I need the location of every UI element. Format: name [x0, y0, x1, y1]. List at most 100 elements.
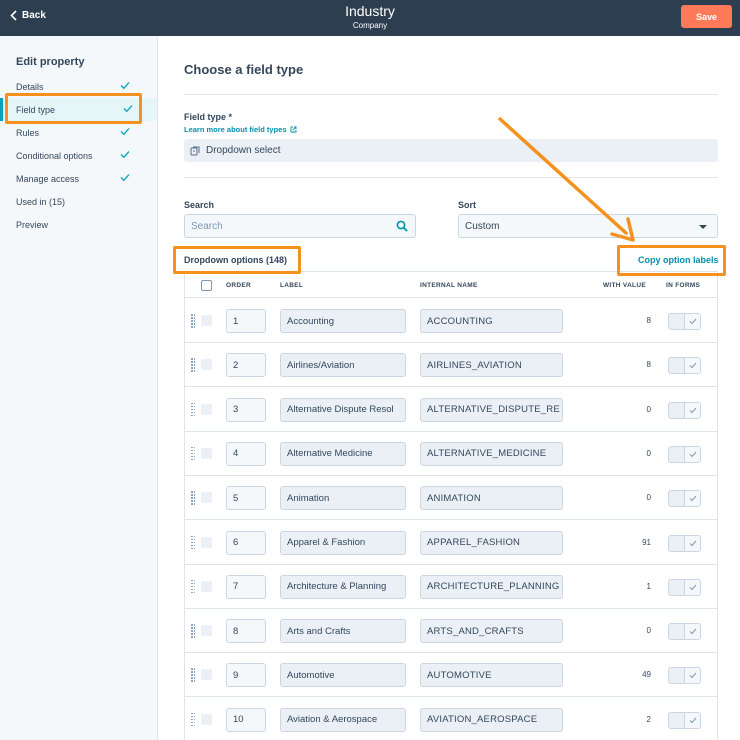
table-row: 6 Apparel & Fashion APPAREL_FASHION 91	[185, 520, 717, 565]
in-forms-toggle[interactable]	[668, 623, 701, 641]
search-field	[184, 214, 416, 238]
in-forms-toggle[interactable]	[668, 578, 701, 596]
column-header-in-forms[interactable]: IN FORMS	[666, 282, 700, 289]
row-checkbox[interactable]	[201, 315, 212, 326]
order-input[interactable]: 2	[226, 353, 266, 378]
sidebar-item[interactable]: Details	[0, 75, 157, 98]
table-row: 8 Arts and Crafts ARTS_AND_CRAFTS 0	[185, 609, 717, 654]
check-icon	[689, 407, 697, 413]
learn-more-link[interactable]: Learn more about field types	[184, 125, 297, 134]
row-checkbox[interactable]	[201, 536, 212, 548]
internal-name-input[interactable]: AVIATION_AEROSPACE	[420, 707, 563, 732]
label-input[interactable]: Alternative Medicine	[280, 441, 406, 466]
sidebar-item[interactable]: Manage access	[0, 167, 157, 190]
in-forms-toggle[interactable]	[668, 490, 701, 508]
order-input[interactable]: 5	[226, 486, 266, 511]
drag-handle-icon[interactable]	[191, 579, 195, 594]
in-forms-toggle[interactable]	[668, 445, 701, 463]
check-icon	[689, 628, 697, 635]
internal-name-input[interactable]: AUTOMOTIVE	[420, 663, 563, 688]
field-type-select[interactable]: Dropdown select	[184, 139, 718, 162]
save-button[interactable]: Save	[681, 5, 732, 28]
row-checkbox[interactable]	[201, 625, 212, 637]
row-checkbox[interactable]	[201, 492, 212, 504]
internal-name-input[interactable]: ALTERNATIVE_DISPUTE_RE	[420, 397, 563, 422]
order-input[interactable]: 8	[226, 619, 266, 644]
label-input[interactable]: Automotive	[280, 663, 406, 688]
search-icon[interactable]	[396, 220, 408, 232]
in-forms-toggle[interactable]	[668, 534, 701, 552]
in-forms-toggle[interactable]	[668, 357, 701, 375]
drag-handle-icon[interactable]	[191, 535, 195, 550]
table-row: 9 Automotive AUTOMOTIVE 49	[185, 653, 717, 698]
sort-select[interactable]: Custom	[458, 214, 718, 238]
label-input[interactable]: Animation	[280, 486, 406, 511]
label-input[interactable]: Aviation & Aerospace	[280, 707, 406, 732]
label-input[interactable]: Arts and Crafts	[280, 619, 406, 644]
row-checkbox[interactable]	[201, 669, 212, 681]
row-checkbox[interactable]	[201, 447, 212, 459]
column-header-with-value[interactable]: WITH VALUE	[603, 282, 646, 289]
order-input[interactable]: 10	[226, 707, 266, 732]
drag-handle-icon[interactable]	[191, 358, 195, 372]
dropdown-options-count: Dropdown options (148)	[184, 255, 287, 265]
internal-name-input[interactable]: ARTS_AND_CRAFTS	[420, 619, 563, 644]
row-checkbox[interactable]	[201, 359, 212, 371]
label-input[interactable]: Alternative Dispute Resol	[280, 397, 406, 422]
internal-name-input[interactable]: ALTERNATIVE_MEDICINE	[420, 441, 563, 466]
drag-handle-icon[interactable]	[191, 491, 195, 505]
internal-name-input[interactable]: AIRLINES_AVIATION	[420, 353, 563, 378]
order-input[interactable]: 3	[226, 397, 266, 422]
order-input[interactable]: 9	[226, 663, 266, 688]
internal-name-input-value: ALTERNATIVE_MEDICINE	[427, 448, 547, 460]
column-header-internal-name[interactable]: INTERNAL NAME	[420, 282, 478, 289]
internal-name-input[interactable]: ARCHITECTURE_PLANNING	[420, 574, 563, 599]
drag-handle-icon[interactable]	[191, 446, 195, 461]
order-input-value: 5	[233, 492, 239, 504]
column-header-order[interactable]: ORDER	[226, 282, 251, 289]
label-input[interactable]: Airlines/Aviation	[280, 353, 406, 378]
drag-handle-icon[interactable]	[191, 668, 195, 682]
label-input-value: Apparel & Fashion	[287, 537, 366, 548]
row-checkbox[interactable]	[201, 713, 212, 725]
label-input[interactable]: Apparel & Fashion	[280, 530, 406, 555]
with-value-count: 8	[646, 316, 651, 325]
internal-name-input[interactable]: APPAREL_FASHION	[420, 530, 563, 555]
sidebar-item[interactable]: Conditional options	[0, 144, 157, 167]
with-value-count: 91	[642, 537, 651, 547]
order-input[interactable]: 1	[226, 309, 266, 333]
label-input-value: Aviation & Aerospace	[287, 714, 378, 726]
sidebar-item[interactable]: Used in (15)	[0, 190, 157, 213]
in-forms-toggle[interactable]	[668, 313, 701, 330]
table-row: 1 Accounting ACCOUNTING 8	[185, 299, 717, 343]
drag-handle-icon[interactable]	[191, 712, 195, 727]
drag-handle-icon[interactable]	[191, 402, 195, 417]
copy-option-labels-button[interactable]: Copy option labels	[638, 255, 719, 265]
label-input[interactable]: Architecture & Planning	[280, 574, 406, 599]
row-checkbox[interactable]	[201, 403, 212, 415]
sidebar-item[interactable]: Rules	[0, 121, 157, 144]
order-input[interactable]: 6	[226, 530, 266, 555]
check-icon	[689, 318, 697, 325]
row-checkbox[interactable]	[201, 580, 212, 592]
order-input[interactable]: 4	[226, 441, 266, 466]
internal-name-input[interactable]: ANIMATION	[420, 486, 563, 511]
order-input[interactable]: 7	[226, 574, 266, 599]
table-row: 5 Animation ANIMATION 0	[185, 476, 717, 521]
sidebar-item[interactable]: Preview	[0, 213, 157, 236]
label-input[interactable]: Accounting	[280, 309, 406, 333]
drag-handle-icon[interactable]	[191, 624, 195, 638]
search-input[interactable]	[185, 215, 385, 237]
sidebar-item[interactable]: Field type	[0, 98, 157, 121]
select-all-checkbox[interactable]	[201, 280, 212, 291]
sidebar-item-label: Used in (15)	[16, 196, 66, 207]
column-header-label[interactable]: LABEL	[280, 282, 303, 289]
internal-name-input[interactable]: ACCOUNTING	[420, 309, 563, 333]
in-forms-toggle[interactable]	[668, 711, 701, 729]
in-forms-toggle[interactable]	[668, 667, 701, 685]
external-link-icon	[290, 126, 296, 133]
table-row: 10 Aviation & Aerospace AVIATION_AEROSPACE…	[185, 697, 717, 740]
order-input-value: 2	[233, 359, 239, 371]
in-forms-toggle[interactable]	[668, 401, 701, 419]
drag-handle-icon[interactable]	[191, 314, 195, 328]
